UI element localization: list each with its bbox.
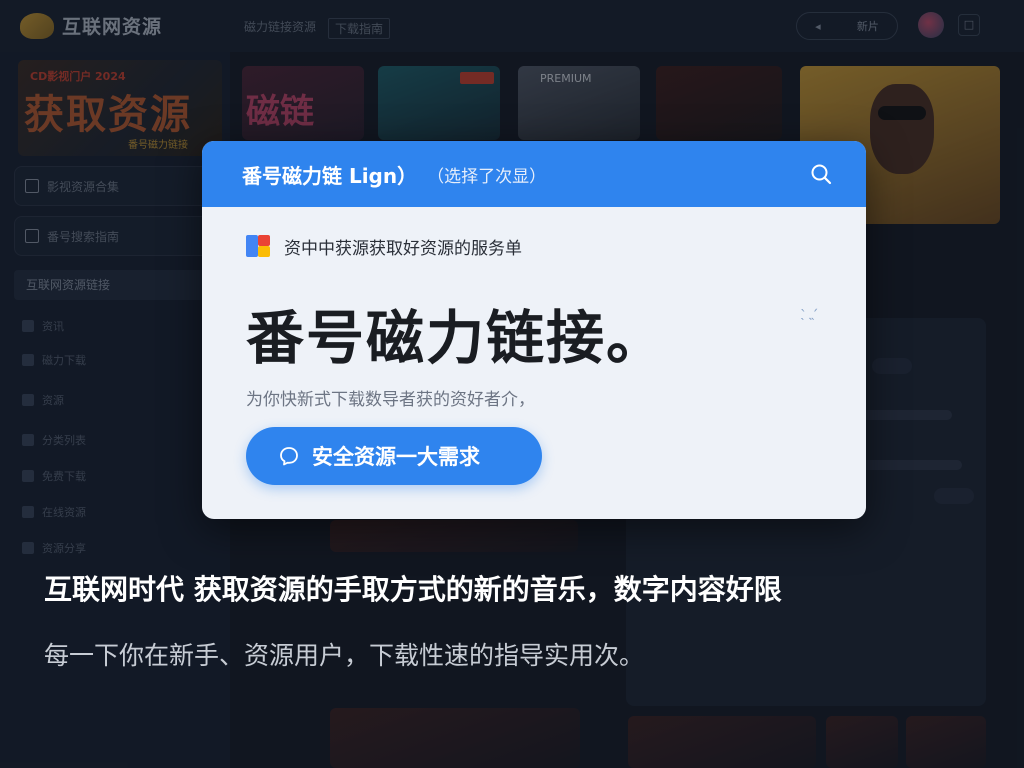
dialog-description: 为你快新式下载数导者获的资好者介， xyxy=(246,390,535,410)
dialog-headline: 番号磁力链接。 xyxy=(246,304,667,372)
google-icon xyxy=(246,233,272,259)
caption-line-1: 互联网时代 获取资源的手取方式的新的音乐，数字内容好限 xyxy=(44,573,782,606)
dialog-title: 番号磁力链 Lign） xyxy=(242,163,418,188)
search-icon[interactable] xyxy=(810,163,832,185)
caption-line-2: 每一下你在新手、资源用户，下载性速的指导实用次。 xyxy=(44,641,645,670)
promo-dialog: 番号磁力链 Lign） （选择了次显） 资中中获源获取好资源的服务单 番号磁力链… xyxy=(202,141,866,519)
dialog-header: 番号磁力链 Lign） （选择了次显） xyxy=(202,141,866,207)
sparkle-icon: ˎ ˏ ˴ ˵ xyxy=(800,296,819,326)
cta-button[interactable]: 安全资源一大需求 xyxy=(246,427,542,485)
dialog-subtitle: （选择了次显） xyxy=(427,166,547,187)
cta-label: 安全资源一大需求 xyxy=(312,445,480,469)
chat-bubble-icon xyxy=(280,447,298,466)
source-line: 资中中获源获取好资源的服务单 xyxy=(246,233,522,259)
source-text: 资中中获源获取好资源的服务单 xyxy=(284,238,522,259)
